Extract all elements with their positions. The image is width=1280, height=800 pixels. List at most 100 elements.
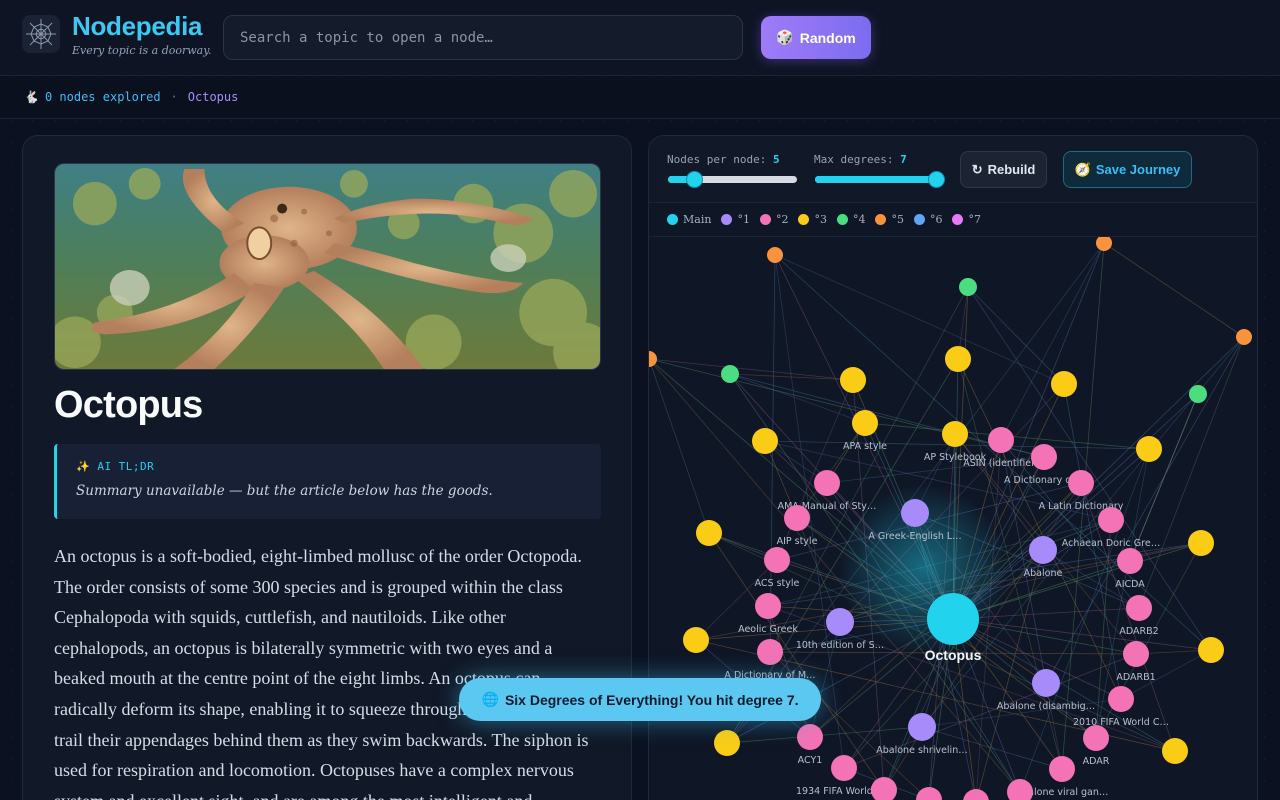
graph-node[interactable]: [757, 639, 783, 665]
graph-node[interactable]: [721, 365, 739, 383]
graph-edge: [952, 618, 1176, 752]
graph-node[interactable]: [1068, 470, 1094, 496]
breadcrumb-current-topic[interactable]: Octopus: [188, 90, 239, 104]
graph-node[interactable]: [945, 346, 971, 372]
graph-node[interactable]: [831, 755, 857, 781]
max-degrees-slider[interactable]: [815, 172, 944, 187]
article-hero-image: [54, 163, 601, 370]
legend-dot: [875, 214, 887, 225]
globe-icon: 🌐: [481, 691, 499, 707]
graph-node[interactable]: [1083, 725, 1109, 751]
graph-node[interactable]: [1117, 548, 1143, 574]
graph-node-label: ACS style: [755, 578, 800, 589]
graph-node[interactable]: [1136, 436, 1162, 462]
graph-node[interactable]: [901, 499, 929, 527]
graph-node[interactable]: [826, 608, 854, 636]
article-body-line: The order consists of some 300 species a…: [54, 576, 563, 597]
legend-label: °2: [775, 213, 789, 226]
graph-node-label: Abalone (disambig…: [997, 701, 1095, 712]
graph-node[interactable]: [683, 627, 709, 653]
graph-edge: [774, 254, 1065, 385]
graph-node[interactable]: [1123, 641, 1149, 667]
graph-node[interactable]: [1188, 530, 1214, 556]
legend-item: °2: [759, 213, 789, 226]
graph-node[interactable]: [696, 520, 722, 546]
graph-edge: [776, 379, 854, 561]
article-title: Octopus: [54, 384, 203, 426]
graph-node[interactable]: [714, 730, 740, 756]
save-journey-button[interactable]: 🧭 Save Journey: [1063, 151, 1192, 188]
legend-item: °3: [798, 213, 827, 226]
article-body-line: Cephalopoda with squids, cuttlefish, and…: [54, 607, 506, 628]
graph-node[interactable]: [1032, 669, 1060, 697]
graph-node[interactable]: [916, 787, 942, 800]
graph-node-label: AIP style: [777, 536, 818, 547]
graph-node[interactable]: [1049, 756, 1075, 782]
graph-node[interactable]: [764, 547, 790, 573]
graph-node[interactable]: [908, 713, 936, 741]
graph-node[interactable]: [1198, 637, 1224, 663]
graph-node[interactable]: [1189, 385, 1207, 403]
nodes-per-node-value: 5: [772, 153, 780, 166]
graph-node[interactable]: [784, 505, 810, 531]
max-degrees-value: 7: [900, 153, 907, 166]
graph-node[interactable]: [1236, 329, 1252, 345]
legend-item: °5: [875, 213, 904, 226]
legend-item: Main: [667, 213, 711, 226]
graph-node[interactable]: [1126, 595, 1152, 621]
legend-item: °6: [913, 213, 942, 226]
breadcrumb-separator: ·: [170, 90, 178, 104]
compass-icon: 🧭: [1074, 161, 1091, 177]
graph-node[interactable]: [755, 593, 781, 619]
graph-node[interactable]: [1162, 738, 1188, 764]
refresh-icon: ↻: [971, 161, 983, 177]
graph-node[interactable]: [1051, 371, 1077, 397]
graph-node[interactable]: [963, 789, 989, 800]
graph-node[interactable]: [767, 247, 783, 263]
dice-icon: 🎲: [776, 29, 794, 45]
article-body: An octopus is a soft-bodied, eight-limbe…: [54, 541, 604, 800]
legend-item: °7: [952, 213, 981, 226]
random-button[interactable]: 🎲 Random: [761, 16, 871, 59]
graph-node[interactable]: [840, 367, 866, 393]
save-journey-label: Save Journey: [1095, 162, 1181, 177]
graph-node[interactable]: [1098, 507, 1124, 533]
article-body-line: system and excellent sight, and are amon…: [54, 786, 604, 800]
slider-thumb[interactable]: [929, 172, 944, 187]
graph-node-label: A Greek-English L…: [868, 531, 961, 542]
nodes-explored-count: 0 nodes explored: [44, 90, 161, 104]
rebuild-button[interactable]: ↻ Rebuild: [960, 151, 1047, 188]
graph-edge: [967, 286, 1065, 385]
graph-node[interactable]: [752, 428, 778, 454]
nodes-per-node-slider[interactable]: [668, 172, 797, 187]
article-body-line: trail their appendages behind them as th…: [54, 729, 589, 750]
rabbit-icon: 🐇: [24, 90, 39, 104]
graph-node[interactable]: [1096, 237, 1112, 251]
app-title[interactable]: Nodepedia: [72, 11, 203, 42]
achievement-toast[interactable]: 🌐 Six Degrees of Everything! You hit deg…: [459, 678, 821, 721]
graph-node[interactable]: [942, 421, 968, 447]
article-body-line: used for respiration and locomotion. Oct…: [54, 760, 574, 781]
graph-node[interactable]: [1007, 779, 1033, 800]
graph-node[interactable]: [1031, 444, 1057, 470]
degree-legend: Main °1 °2 °3 °4 °5 °6 °7: [649, 203, 1257, 237]
article-body-line: cephalopods, an octopus is bilaterally s…: [54, 637, 553, 658]
search-input[interactable]: [223, 15, 743, 60]
graph-node[interactable]: [797, 724, 823, 750]
spiderweb-logo-icon[interactable]: [22, 15, 60, 53]
graph-node-label: ADARB2: [1119, 626, 1158, 637]
graph-node[interactable]: [871, 777, 897, 800]
graph-node[interactable]: [1108, 686, 1134, 712]
graph-node[interactable]: [1029, 536, 1057, 564]
graph-node-label: ADAR: [1083, 756, 1110, 767]
graph-node-label: Achaean Doric Gre…: [1062, 538, 1160, 549]
slider-thumb[interactable]: [686, 172, 702, 187]
graph-node-label: AICDA: [1115, 579, 1145, 590]
graph-node[interactable]: [814, 470, 840, 496]
graph-controls: Nodes per node: 5 Max degrees: 7 ↻ Rebui…: [649, 136, 1257, 203]
graph-node[interactable]: [959, 278, 977, 296]
graph-node[interactable]: [988, 427, 1014, 453]
main-node[interactable]: [927, 593, 979, 645]
legend-label: °5: [891, 213, 904, 226]
graph-node[interactable]: [852, 410, 878, 436]
